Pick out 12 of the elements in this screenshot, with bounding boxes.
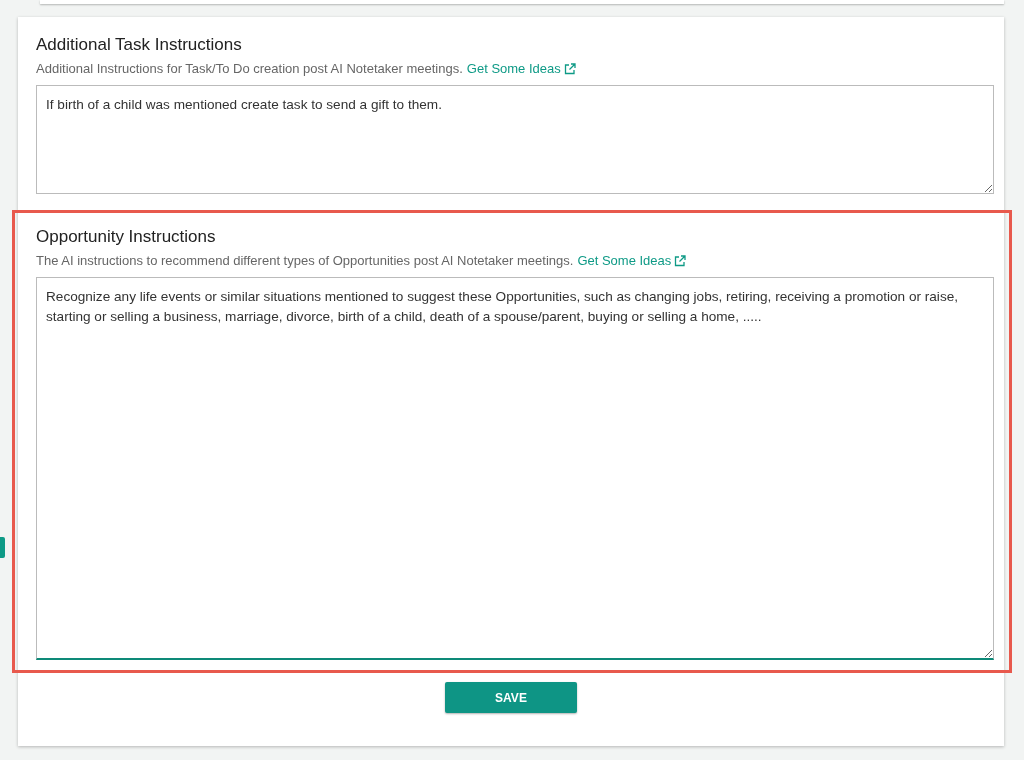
instructions-field[interactable]: If birth of a child was mentioned create task to send a gift to them. <box>36 85 994 194</box>
ideas-link[interactable]: Get Some Ideas <box>466 61 576 77</box>
external-link-icon <box>563 63 576 75</box>
instructions-field[interactable]: Recognize any life events or similar situations mentioned to suggest these Opportunities, such as changing jobs, retiring, receiving a promotion or raise, starting or selling a business, marriage, divorce, birth of a child, death of a spouse/parent, buying or selling a home, ..... <box>36 277 994 660</box>
section-description: The AI instructions to recommend different types of Opportunities post AI Notetaker meetings. <box>36 253 574 269</box>
section-title: Opportunity Instructions <box>36 226 217 248</box>
section-description: Additional Instructions for Task/To Do creation post AI Notetaker meetings. <box>36 61 463 77</box>
side-tab[interactable] <box>0 537 5 558</box>
external-link-icon <box>674 255 687 267</box>
save-button[interactable]: SAVE <box>445 682 577 713</box>
section-title: Additional Task Instructions <box>36 34 243 56</box>
ideas-link[interactable]: Get Some Ideas <box>577 253 687 269</box>
